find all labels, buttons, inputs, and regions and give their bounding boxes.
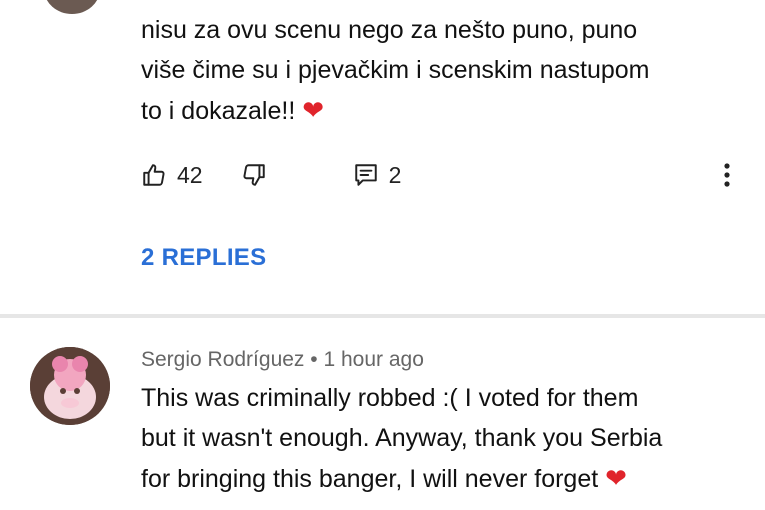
avatar[interactable] (44, 0, 100, 14)
divider (0, 314, 765, 318)
comment-meta: Sergio Rodríguez • 1 hour ago (141, 348, 424, 372)
dislike-button[interactable] (241, 162, 267, 188)
author-name[interactable]: Sergio Rodríguez (141, 348, 304, 371)
like-count: 42 (177, 161, 203, 188)
heart-emoji: ❤ (605, 463, 627, 493)
thumbs-up-icon (141, 162, 167, 188)
more-icon (723, 162, 731, 188)
thumbs-down-icon (241, 162, 267, 188)
reply-count: 2 (388, 161, 402, 188)
comment-text: nisu za ovu scenu nego za nešto puno, pu… (141, 16, 650, 125)
reply-icon (353, 162, 379, 188)
timestamp: 1 hour ago (323, 348, 424, 371)
more-options-button[interactable] (723, 162, 731, 188)
avatar[interactable] (30, 347, 110, 425)
heart-emoji: ❤ (302, 95, 325, 125)
like-button[interactable]: 42 (141, 162, 203, 189)
reply-button[interactable]: 2 (353, 161, 402, 189)
comment-actions: 42 2 (141, 158, 751, 192)
comment-text: This was criminally robbed :( I voted fo… (141, 384, 663, 493)
separator-dot: • (310, 348, 318, 371)
view-replies-button[interactable]: 2 REPLIES (141, 244, 266, 272)
